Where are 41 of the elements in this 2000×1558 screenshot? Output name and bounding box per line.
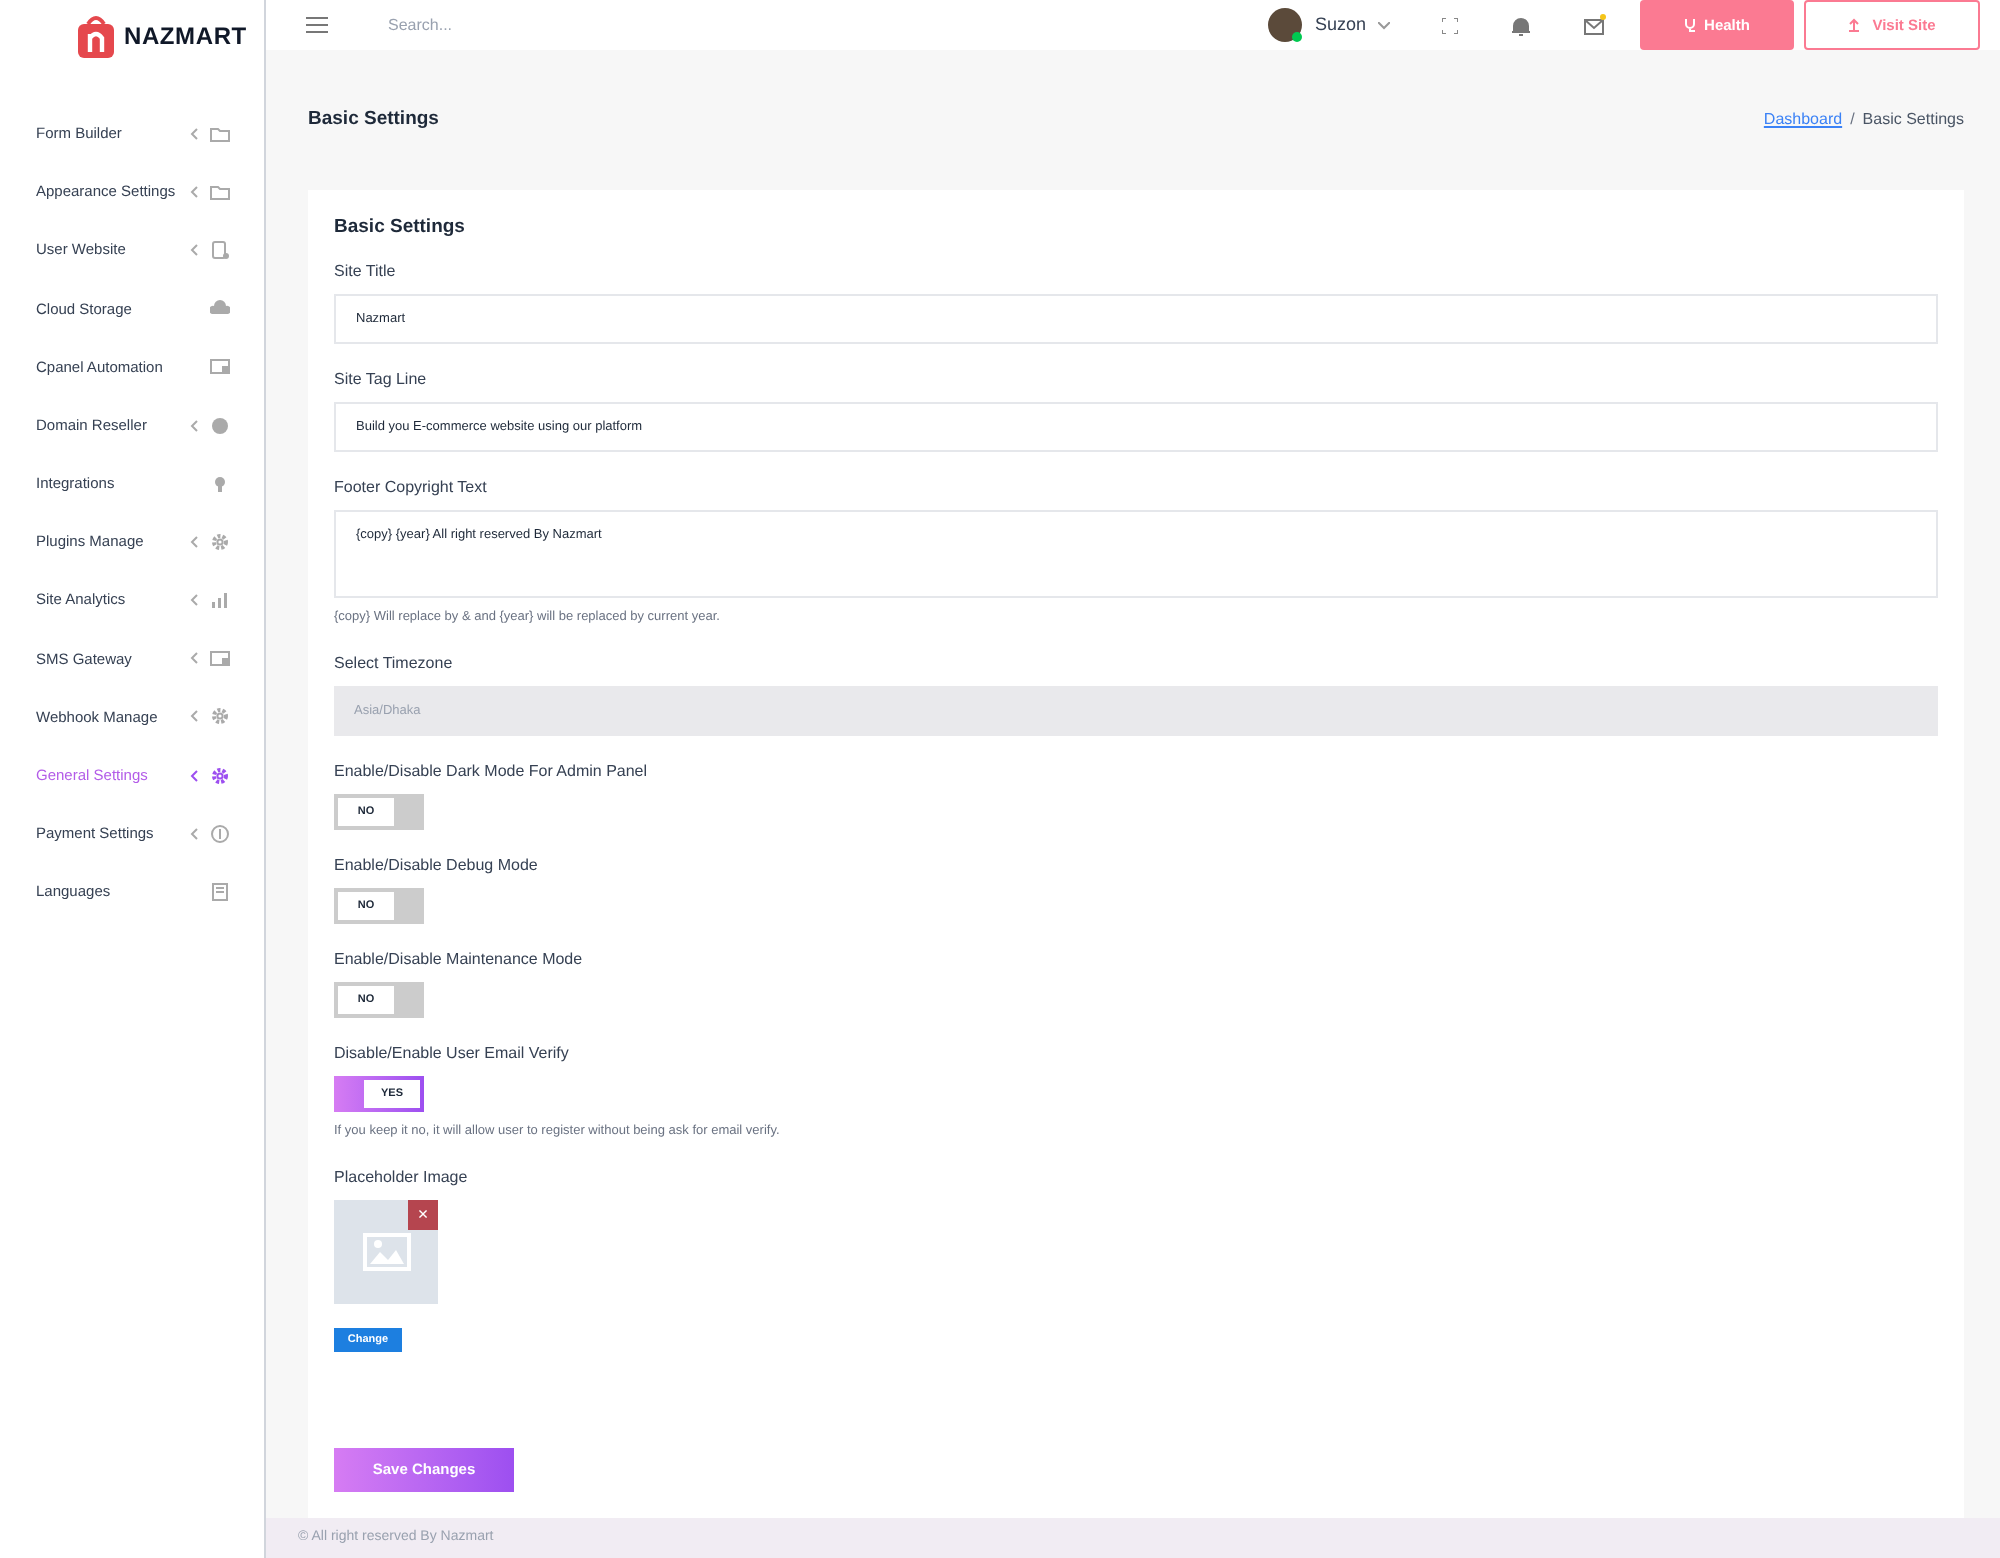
folder-icon <box>210 123 230 144</box>
avatar[interactable] <box>1268 8 1303 42</box>
card-icon <box>210 648 230 669</box>
field-label: Placeholder Image <box>334 1165 470 1190</box>
chevron-down-icon[interactable] <box>1378 21 1390 29</box>
gear-icon <box>210 706 230 727</box>
book-icon <box>210 882 230 903</box>
fullscreen-icon[interactable] <box>1442 17 1458 33</box>
page-icon <box>210 239 230 260</box>
image-icon <box>361 1231 411 1272</box>
bar-chart-icon <box>210 590 230 611</box>
card-icon <box>210 356 230 377</box>
field-label: Site Title <box>334 260 398 285</box>
field-label: Disable/Enable User Email Verify <box>334 1042 571 1066</box>
folder-icon <box>210 181 230 202</box>
bulb-icon <box>210 473 230 494</box>
breadcrumb-current: Basic Settings <box>1862 108 1964 132</box>
breadcrumb-separator: / <box>1850 108 1855 132</box>
field-label: Select Timezone <box>334 652 455 676</box>
field-label: Enable/Disable Dark Mode For Admin Panel <box>334 760 650 784</box>
bell-icon[interactable] <box>1512 15 1530 35</box>
stethoscope-icon <box>1684 18 1699 32</box>
field-label: Site Tag Line <box>334 368 429 393</box>
field-label: Footer Copyright Text <box>334 476 489 501</box>
page-title: Basic Settings <box>308 105 439 134</box>
cloud-icon <box>210 298 230 319</box>
search-field[interactable]: Search... <box>388 13 788 37</box>
coin-icon <box>210 823 230 844</box>
card-title: Basic Settings <box>334 214 467 242</box>
logo-icon <box>76 14 116 58</box>
field-label: Enable/Disable Debug Mode <box>334 854 540 878</box>
brand-name: NAZMART <box>124 20 247 54</box>
field-label: Enable/Disable Maintenance Mode <box>334 948 585 972</box>
menu-icon[interactable] <box>306 16 328 34</box>
upload-icon <box>1848 18 1861 32</box>
gear-icon <box>210 765 230 786</box>
user-name[interactable]: Suzon <box>1314 11 1366 39</box>
breadcrumb-link[interactable]: Dashboard <box>1763 108 1843 132</box>
mail-icon[interactable] <box>1584 14 1606 36</box>
remove-image-button[interactable]: × <box>408 1199 438 1230</box>
gear-icon <box>210 531 230 552</box>
